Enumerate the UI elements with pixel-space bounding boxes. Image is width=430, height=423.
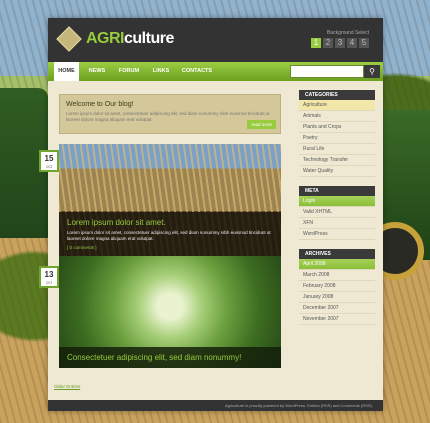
header: AGRIculture Background Select 1 2 3 4 5 <box>48 18 383 62</box>
post-title[interactable]: Lorem ipsum dolor sit amet. <box>67 218 273 227</box>
search-input[interactable] <box>290 65 364 78</box>
welcome-title: Welcome to Our blog! <box>66 101 134 108</box>
sidebar-categories-title: CATEGORIES <box>299 90 375 100</box>
sidebar-archive-item[interactable]: April 2008 <box>299 259 375 270</box>
sidebar-meta-title: META <box>299 186 375 196</box>
nav-links[interactable]: LINKS <box>149 62 173 81</box>
logo[interactable]: AGRIculture <box>56 26 174 52</box>
post-date: 15 oct <box>39 150 59 172</box>
background-option[interactable]: 5 <box>359 38 369 48</box>
post-date-month: oct <box>45 164 52 169</box>
footer: Agriculture is proudly powered by WordPr… <box>48 400 383 411</box>
sidebar-meta-link[interactable]: Valid XHTML <box>299 207 375 218</box>
sidebar-archive-item[interactable]: December 2007 <box>299 303 375 314</box>
sidebar-category[interactable]: Poetry <box>299 133 375 144</box>
post-date-month: oct <box>45 280 52 285</box>
nav-news[interactable]: NEWS <box>85 62 109 81</box>
search-icon[interactable]: ⚲ <box>364 65 380 78</box>
main-nav: HOME NEWS FORUM LINKS CONTACTS ⚲ <box>48 62 383 81</box>
post-title[interactable]: Consectetuer adipiscing elit, sed diam n… <box>67 353 273 362</box>
logo-agri: AGRI <box>86 30 125 47</box>
older-entries-link[interactable]: Older Entries <box>54 384 80 389</box>
post-date: 13 oct <box>39 266 59 288</box>
read-more-button[interactable]: read more <box>247 120 276 129</box>
page-container: AGRIculture Background Select 1 2 3 4 5 … <box>39 18 383 411</box>
logo-cube-icon <box>56 26 82 52</box>
sidebar-category[interactable]: Rural Life <box>299 144 375 155</box>
background-option[interactable]: 3 <box>335 38 345 48</box>
nav-home[interactable]: HOME <box>54 62 79 81</box>
background-option[interactable]: 1 <box>311 38 321 48</box>
post-cabbage: Consectetuer adipiscing elit, sed diam n… <box>59 256 281 368</box>
sidebar-archive-item[interactable]: November 2007 <box>299 314 375 325</box>
tractor-right-image <box>366 110 430 280</box>
sidebar-archive-item[interactable]: March 2008 <box>299 270 375 281</box>
sidebar-meta-link[interactable]: WordPress <box>299 229 375 240</box>
post-comments-link[interactable]: [ 0 comments ] <box>67 245 273 250</box>
nav-contacts[interactable]: CONTACTS <box>179 62 215 81</box>
sidebar: CATEGORIES Agriculture Animals Plants an… <box>299 90 375 325</box>
sidebar-archives-title: ARCHIVES <box>299 249 375 259</box>
sidebar-category[interactable]: Plants and Crops <box>299 122 375 133</box>
background-option[interactable]: 4 <box>347 38 357 48</box>
post-date-day: 13 <box>44 270 54 279</box>
post-excerpt: Lorem ipsum dolor sit amet, consectetuer… <box>67 230 271 241</box>
welcome-box: Welcome to Our blog! Lorem ipsum dolor s… <box>59 94 281 134</box>
sidebar-category[interactable]: Technology Transfer <box>299 155 375 166</box>
post-date-day: 15 <box>44 154 54 163</box>
footer-text: Agriculture is proudly powered by WordPr… <box>225 403 373 408</box>
sidebar-category[interactable]: Water Quality <box>299 166 375 177</box>
post-wheat: Lorem ipsum dolor sit amet. Lorem ipsum … <box>59 144 281 256</box>
nav-forum[interactable]: FORUM <box>115 62 143 81</box>
post-overlay: Lorem ipsum dolor sit amet. Lorem ipsum … <box>59 212 281 256</box>
sidebar-meta-link[interactable]: XFN <box>299 218 375 229</box>
post-overlay: Consectetuer adipiscing elit, sed diam n… <box>59 347 281 368</box>
background-select-label: Background Select <box>327 30 369 36</box>
welcome-text: Lorem ipsum dolor sit amet, consectetuer… <box>66 111 270 122</box>
sidebar-archive-item[interactable]: February 2008 <box>299 281 375 292</box>
background-select: Background Select 1 2 3 4 5 <box>311 30 369 48</box>
sidebar-meta-login[interactable]: Login <box>299 196 375 207</box>
sidebar-category[interactable]: Animals <box>299 111 375 122</box>
logo-culture: culture <box>124 30 174 47</box>
sidebar-archive-item[interactable]: January 2008 <box>299 292 375 303</box>
background-option[interactable]: 2 <box>323 38 333 48</box>
sidebar-category[interactable]: Agriculture <box>299 100 375 111</box>
